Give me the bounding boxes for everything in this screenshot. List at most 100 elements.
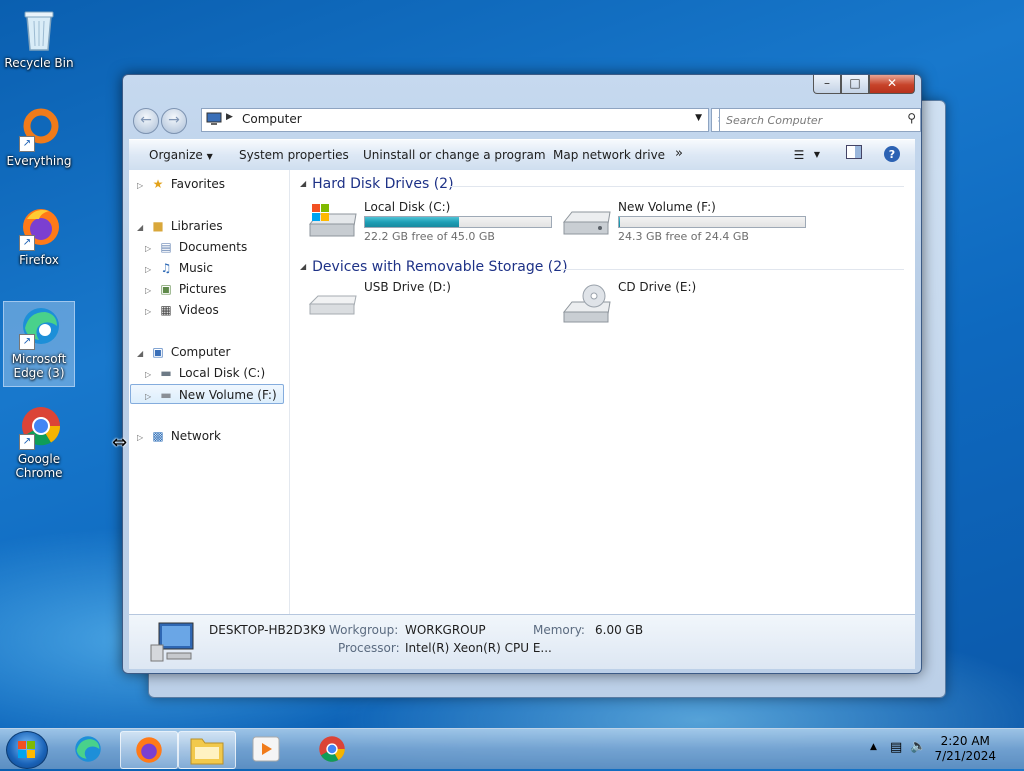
nav-documents[interactable]: ▷ ▤ Documents [145, 237, 247, 257]
recycle-bin-icon [15, 6, 63, 54]
group-header-removable[interactable]: ◢ Devices with Removable Storage (2) [300, 259, 568, 275]
memory-value: 6.00 GB [595, 623, 644, 637]
search-icon[interactable]: ⚲ [907, 111, 916, 125]
computer-icon [150, 622, 194, 662]
nav-computer[interactable]: ◢ ▣ Computer [137, 342, 230, 362]
group-title: Hard Disk Drives (2) [312, 176, 454, 192]
show-hidden-icons-button[interactable]: ▲ [870, 742, 877, 752]
search-box[interactable]: ⚲ [719, 108, 921, 132]
forward-button[interactable]: → [161, 108, 187, 134]
resize-cursor-icon: ⇔ [112, 432, 128, 453]
usb-drive-icon [308, 295, 357, 315]
details-pane: DESKTOP-HB2D3K9 Workgroup: WORKGROUP Mem… [129, 614, 915, 669]
system-properties-button[interactable]: System properties [239, 148, 349, 162]
nav-network[interactable]: ▷ ▩ Network [137, 426, 221, 446]
nav-videos[interactable]: ▷ ▦ Videos [145, 300, 219, 320]
nav-favorites[interactable]: ▷ ★ Favorites [137, 174, 225, 194]
nav-label: Documents [178, 240, 248, 254]
desktop-icon-label: Recycle Bin [4, 56, 74, 70]
minimize-button[interactable]: – [813, 75, 841, 94]
chevron-down-icon: ▼ [206, 152, 213, 161]
nav-libraries[interactable]: ◢ ■ Libraries [137, 216, 223, 236]
shortcut-arrow-icon: ↗ [19, 434, 35, 450]
drive-free-space: 22.2 GB free of 45.0 GB [364, 230, 495, 243]
view-icon[interactable]: ☰ [791, 145, 807, 165]
desktop-icon-recycle-bin[interactable]: Recycle Bin [4, 6, 74, 70]
search-input[interactable] [724, 110, 898, 130]
drive-name: USB Drive (D:) [364, 280, 451, 294]
expand-arrow-icon[interactable]: ▷ [145, 302, 157, 322]
expand-arrow-icon[interactable]: ▷ [145, 281, 157, 301]
map-network-drive-button[interactable]: Map network drive [553, 148, 665, 162]
chrome-icon: ↗ [15, 402, 63, 450]
breadcrumb-arrow-icon[interactable]: ▶ [226, 112, 233, 122]
clock[interactable]: 2:20 AM 7/21/2024 [934, 734, 996, 764]
everything-icon: ↗ [15, 104, 63, 152]
view-chevron-down-icon[interactable]: ▼ [811, 145, 823, 165]
taskbar: ▲ ▤ 🔈 2:20 AM 7/21/2024 [0, 728, 1024, 769]
organize-button[interactable]: Organize ▼ [149, 148, 213, 162]
preview-pane-icon[interactable] [845, 145, 863, 165]
help-icon[interactable]: ? [883, 145, 901, 165]
expand-arrow-icon[interactable]: ▷ [137, 428, 149, 448]
drive-local-disk-c[interactable]: Local Disk (C:) 22.2 GB free of 45.0 GB [308, 200, 558, 244]
nav-label: Favorites [170, 177, 226, 191]
workgroup-value: WORKGROUP [405, 623, 486, 637]
nav-new-volume[interactable]: ▷ ▬ New Volume (F:) [130, 384, 284, 404]
drive-icon: ▬ [160, 388, 172, 402]
nav-music[interactable]: ▷ ♫ Music [145, 258, 213, 278]
expand-arrow-icon[interactable]: ▷ [137, 176, 149, 196]
windows-drive-icon: ▬ [160, 366, 172, 380]
edge-icon: ↗ [15, 302, 63, 350]
network-tray-icon[interactable]: ▤ [890, 740, 902, 755]
volume-muted-icon[interactable]: 🔈 [910, 739, 926, 754]
desktop-icon-firefox[interactable]: ↗ Firefox [4, 203, 74, 267]
drive-usage-bar [364, 216, 552, 228]
nav-label: Pictures [178, 282, 227, 296]
taskbar-chrome[interactable] [304, 731, 360, 767]
chevron-down-icon[interactable]: ▼ [695, 113, 702, 123]
drive-cd-e[interactable]: CD Drive (E:) [562, 280, 812, 324]
videos-icon: ▦ [160, 303, 172, 317]
desktop-icon-chrome[interactable]: ↗ Google Chrome [4, 402, 74, 480]
collapse-arrow-icon[interactable]: ◢ [300, 179, 306, 188]
nav-label: New Volume (F:) [178, 388, 277, 402]
nav-label: Videos [178, 303, 219, 317]
nav-label: Computer [170, 345, 231, 359]
drive-name: Local Disk (C:) [364, 200, 451, 214]
collapse-arrow-icon[interactable]: ◢ [137, 344, 149, 364]
more-commands-button[interactable]: » [675, 146, 683, 161]
taskbar-explorer[interactable] [178, 731, 236, 769]
expand-arrow-icon[interactable]: ▷ [145, 365, 157, 385]
desktop-icon-everything[interactable]: ↗ Everything [4, 104, 74, 168]
start-button[interactable] [6, 731, 48, 769]
processor-value: Intel(R) Xeon(R) CPU E... [405, 641, 552, 655]
expand-arrow-icon[interactable]: ▷ [145, 387, 157, 407]
drive-usage-fill [365, 217, 460, 227]
drive-new-volume-f[interactable]: New Volume (F:) 24.3 GB free of 24.4 GB [562, 200, 812, 244]
collapse-arrow-icon[interactable]: ◢ [300, 262, 306, 271]
taskbar-media-player[interactable] [238, 731, 294, 767]
uninstall-program-button[interactable]: Uninstall or change a program [363, 148, 546, 162]
drive-usb-d[interactable]: USB Drive (D:) [308, 280, 558, 324]
folder-icon [190, 738, 224, 765]
close-button[interactable]: ✕ [869, 75, 915, 94]
command-bar: Organize ▼ System properties Uninstall o… [129, 139, 915, 171]
expand-arrow-icon[interactable]: ▷ [145, 239, 157, 259]
taskbar-firefox[interactable] [120, 731, 178, 769]
shortcut-arrow-icon: ↗ [19, 136, 35, 152]
expand-arrow-icon[interactable]: ▷ [145, 260, 157, 280]
address-bar[interactable]: ▶ Computer ▼ [201, 108, 709, 132]
desktop-icon-label: Microsoft Edge (3) [11, 352, 67, 380]
nav-pictures[interactable]: ▷ ▣ Pictures [145, 279, 226, 299]
nav-local-disk[interactable]: ▷ ▬ Local Disk (C:) [145, 363, 265, 383]
back-button[interactable]: ← [133, 108, 159, 134]
group-header-hard-disks[interactable]: ◢ Hard Disk Drives (2) [300, 176, 454, 192]
maximize-button[interactable]: □ [841, 75, 869, 94]
breadcrumb-computer[interactable]: Computer [242, 112, 302, 126]
collapse-arrow-icon[interactable]: ◢ [137, 218, 149, 238]
computer-icon: ▣ [152, 345, 164, 359]
drive-usage-bar [618, 216, 806, 228]
taskbar-edge[interactable] [60, 731, 116, 767]
desktop-icon-edge[interactable]: ↗ Microsoft Edge (3) [3, 301, 75, 387]
